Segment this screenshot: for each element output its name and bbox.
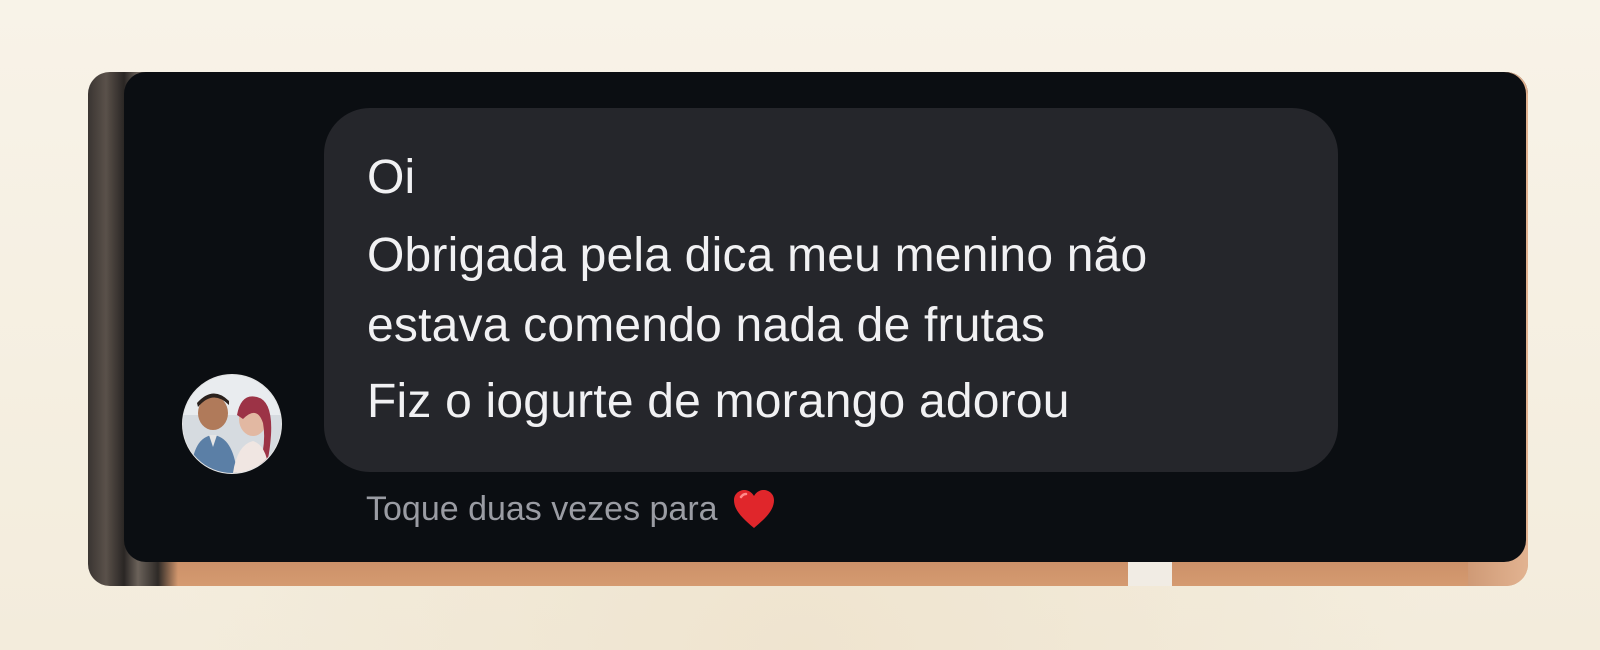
message-line: estava comendo nada de frutas: [367, 299, 1046, 352]
heart-icon: [732, 488, 776, 530]
message-line: Oi: [367, 151, 416, 204]
message-line: Fiz o iogurte de morango adorou: [367, 375, 1070, 428]
double-tap-hint-text: Toque duas vezes para: [366, 489, 718, 528]
avatar[interactable]: [182, 374, 282, 474]
avatar-photo: [183, 375, 281, 473]
double-tap-hint: Toque duas vezes para: [366, 486, 776, 532]
message-line: Obrigada pela dica meu menino não: [367, 229, 1148, 282]
message-bubble[interactable]: Oi Obrigada pela dica meu menino não est…: [324, 108, 1338, 472]
